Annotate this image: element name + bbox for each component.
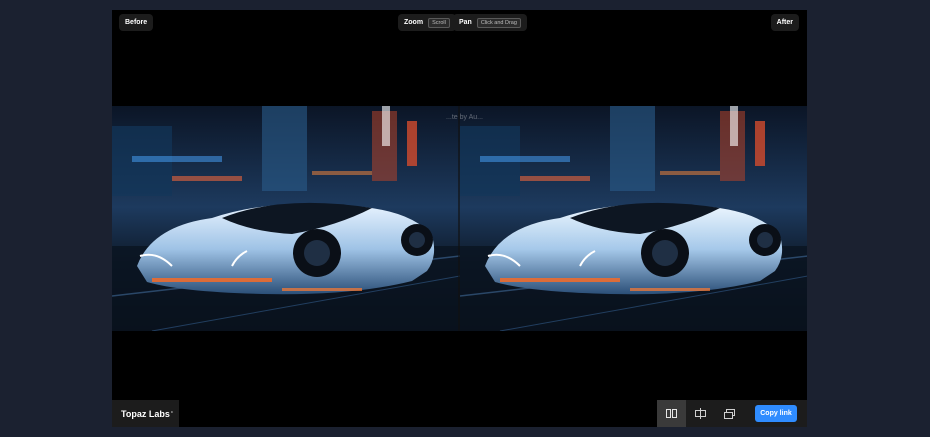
split-view-button[interactable] bbox=[686, 400, 715, 427]
pan-text: Pan bbox=[459, 19, 472, 26]
car-scene-before bbox=[112, 106, 460, 331]
brand-mark: ° bbox=[170, 410, 173, 417]
after-label: After bbox=[770, 14, 799, 31]
brand-name: Topaz Labs bbox=[121, 408, 170, 419]
car-scene-after bbox=[459, 106, 807, 331]
side-by-side-icon bbox=[666, 409, 677, 418]
side-by-side-button[interactable] bbox=[657, 400, 686, 427]
comparison-viewer[interactable]: Before Zoom Scroll Pan Click and Drag Af… bbox=[112, 10, 807, 427]
before-image bbox=[112, 106, 460, 331]
split-icon bbox=[695, 408, 706, 419]
topaz-logo: Topaz Labs ° bbox=[112, 400, 179, 427]
zoom-key-hint: Scroll bbox=[428, 17, 450, 28]
overlay-view-button[interactable] bbox=[715, 400, 744, 427]
after-text: After bbox=[776, 19, 793, 26]
copy-link-button[interactable]: Copy link bbox=[755, 405, 797, 422]
bottom-toolbar: Topaz Labs ° Copy link bbox=[112, 400, 807, 427]
before-label: Before bbox=[119, 14, 154, 31]
image-watermark: ...te by Au... bbox=[446, 114, 483, 121]
pan-key-hint: Click and Drag bbox=[476, 17, 521, 28]
overlay-icon bbox=[724, 408, 735, 419]
pan-hint: Pan Click and Drag bbox=[453, 14, 527, 31]
compare-divider[interactable] bbox=[458, 106, 460, 331]
before-text: Before bbox=[125, 19, 148, 26]
zoom-hint: Zoom Scroll bbox=[398, 14, 456, 31]
after-image bbox=[459, 106, 807, 331]
zoom-text: Zoom bbox=[404, 19, 424, 26]
